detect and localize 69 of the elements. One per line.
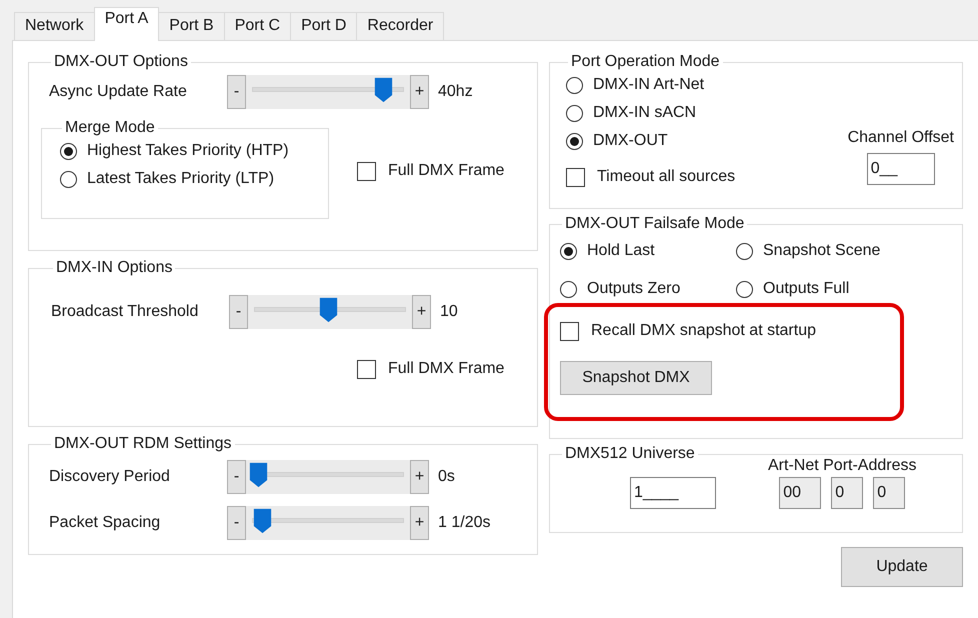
radio-label: Outputs Full [763, 280, 850, 298]
group-title: DMX-OUT Options [53, 53, 189, 71]
radio-label: DMX-IN sACN [593, 104, 696, 122]
field-label: Art-Net Port-Address [768, 457, 916, 475]
input-field[interactable]: 0 [831, 477, 864, 509]
radio-button[interactable] [560, 242, 577, 260]
increase-button[interactable]: + [410, 506, 429, 540]
group-title: DMX-OUT Failsafe Mode [564, 215, 746, 233]
slider-thumb[interactable] [374, 77, 394, 103]
checkbox-label: Full DMX Frame [388, 162, 504, 180]
input-field[interactable]: 0__ [866, 153, 935, 185]
increase-button[interactable]: + [410, 460, 429, 494]
decrease-button[interactable]: - [227, 506, 246, 540]
radio-button[interactable] [566, 104, 583, 122]
radio-button[interactable] [60, 170, 77, 188]
radio-label: DMX-IN Art-Net [593, 76, 704, 94]
tab[interactable]: Port A [94, 7, 160, 41]
group-title: Merge Mode [64, 119, 156, 137]
decrease-button[interactable]: - [227, 460, 246, 494]
radio-button[interactable] [566, 132, 583, 150]
update-button[interactable]: Update [841, 547, 963, 587]
snapshot-button[interactable]: Snapshot DMX [560, 361, 712, 395]
radio-label: Outputs Zero [587, 280, 680, 298]
input-field[interactable]: 00 [779, 477, 822, 509]
slider[interactable] [246, 75, 410, 109]
slider-label: Packet Spacing [49, 514, 162, 532]
decrease-button[interactable]: - [229, 295, 248, 329]
group-title: DMX-OUT RDM Settings [53, 435, 233, 453]
group-title: DMX-IN Options [55, 259, 174, 277]
checkbox[interactable] [560, 322, 579, 340]
increase-button[interactable]: + [410, 75, 429, 109]
slider-thumb[interactable] [249, 462, 268, 488]
decrease-button[interactable]: - [227, 75, 246, 109]
checkbox-label: Full DMX Frame [388, 360, 504, 378]
tab[interactable]: Network [14, 12, 95, 40]
radio-button[interactable] [736, 242, 753, 260]
slider-thumb[interactable] [319, 297, 338, 323]
slider[interactable] [248, 295, 412, 329]
group-title: Port Operation Mode [570, 53, 721, 71]
input-field[interactable]: 0 [873, 477, 906, 509]
checkbox[interactable] [566, 168, 585, 186]
slider-thumb[interactable] [253, 508, 272, 534]
slider-label: Broadcast Threshold [51, 303, 200, 321]
radio-button[interactable] [566, 76, 583, 94]
group-title: DMX512 Universe [564, 445, 696, 463]
radio-button[interactable] [560, 280, 577, 298]
slider-value: 10 [440, 303, 458, 321]
radio-label: Latest Takes Priority (LTP) [87, 170, 274, 188]
tab[interactable]: Recorder [356, 12, 444, 40]
radio-button[interactable] [60, 142, 77, 160]
slider-value: 1 1/20s [438, 514, 490, 532]
slider-value: 40hz [438, 83, 473, 101]
radio-label: Hold Last [587, 242, 655, 260]
increase-button[interactable]: + [412, 295, 431, 329]
radio-label: Snapshot Scene [763, 242, 880, 260]
checkbox[interactable] [357, 162, 376, 180]
slider[interactable] [246, 506, 410, 540]
checkbox-label: Timeout all sources [597, 168, 736, 186]
checkbox-label: Recall DMX snapshot at startup [591, 322, 816, 340]
field-label: Channel Offset [848, 129, 954, 147]
slider-label: Discovery Period [49, 468, 171, 486]
radio-label: Highest Takes Priority (HTP) [87, 142, 289, 160]
slider[interactable] [246, 460, 410, 494]
radio-button[interactable] [736, 280, 753, 298]
slider-value: 0s [438, 468, 455, 486]
radio-label: DMX-OUT [593, 132, 668, 150]
slider-label: Async Update Rate [49, 83, 188, 101]
input-field[interactable]: 1____ [630, 477, 716, 509]
checkbox[interactable] [357, 360, 376, 378]
